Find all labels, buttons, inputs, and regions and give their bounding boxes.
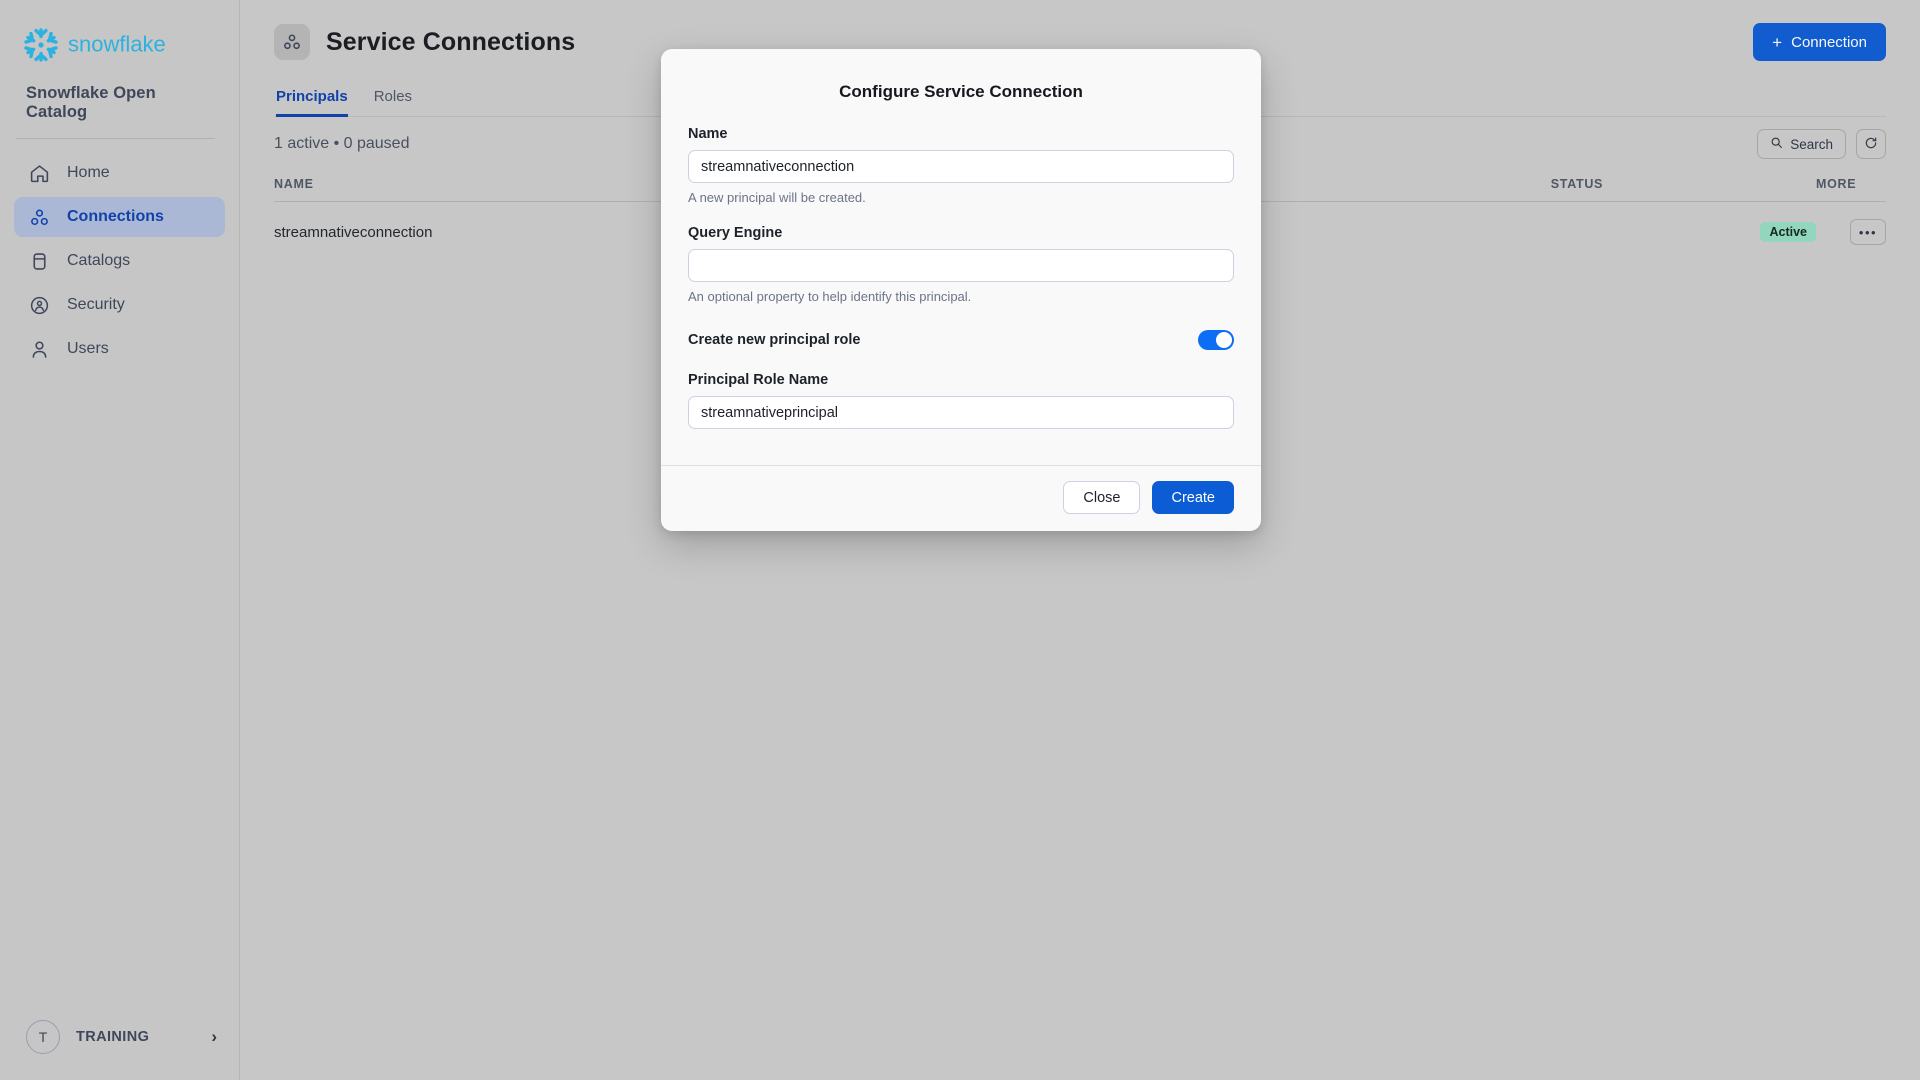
app-root: snowflake Snowflake Open Catalog Home: [0, 0, 1920, 1080]
create-principal-role-toggle[interactable]: [1198, 330, 1234, 350]
field-name-hint: A new principal will be created.: [688, 190, 1234, 205]
dialog-body: Configure Service Connection Name A new …: [661, 49, 1261, 465]
field-query-engine: Query Engine An optional property to hel…: [688, 225, 1234, 304]
toggle-knob: [1216, 332, 1232, 348]
field-query-engine-hint: An optional property to help identify th…: [688, 289, 1234, 304]
configure-service-connection-dialog: Configure Service Connection Name A new …: [661, 49, 1261, 531]
create-principal-role-label: Create new principal role: [688, 332, 1198, 348]
query-engine-input[interactable]: [688, 249, 1234, 282]
field-principal-role-name: Principal Role Name: [688, 372, 1234, 429]
principal-role-name-input[interactable]: [688, 396, 1234, 429]
field-principal-role-name-label: Principal Role Name: [688, 372, 1234, 388]
dialog-title: Configure Service Connection: [688, 82, 1234, 102]
close-button[interactable]: Close: [1063, 481, 1140, 514]
create-principal-role-row: Create new principal role: [688, 330, 1234, 350]
dialog-footer: Close Create: [661, 465, 1261, 531]
field-query-engine-label: Query Engine: [688, 225, 1234, 241]
field-name: Name A new principal will be created.: [688, 126, 1234, 205]
field-name-label: Name: [688, 126, 1234, 142]
name-input[interactable]: [688, 150, 1234, 183]
create-button[interactable]: Create: [1152, 481, 1234, 514]
